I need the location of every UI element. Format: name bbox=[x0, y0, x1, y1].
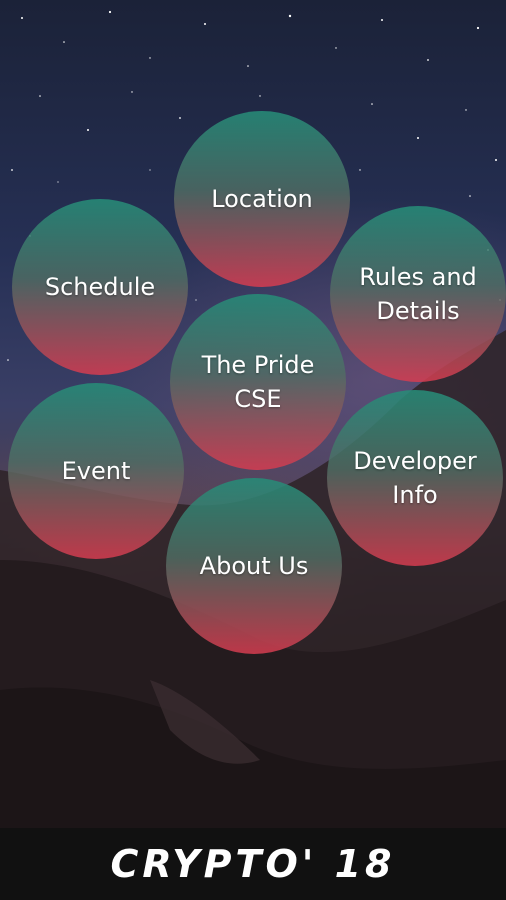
developer-info-button[interactable]: Developer Info bbox=[327, 390, 503, 566]
home-screen: Location Schedule Rules and Details The … bbox=[0, 0, 506, 900]
schedule-label: Schedule bbox=[44, 273, 156, 301]
schedule-button[interactable]: Schedule bbox=[12, 199, 188, 375]
app-logo-title: CRYPTO' 18 bbox=[110, 842, 396, 886]
about-us-label: About Us bbox=[199, 552, 309, 580]
location-button[interactable]: Location bbox=[174, 111, 350, 287]
event-button[interactable]: Event bbox=[8, 383, 184, 559]
event-label: Event bbox=[61, 457, 131, 485]
the-pride-cse-button[interactable]: The Pride CSE bbox=[170, 294, 346, 470]
about-us-button[interactable]: About Us bbox=[166, 478, 342, 654]
location-label: Location bbox=[211, 185, 313, 213]
footer-bar: CRYPTO' 18 bbox=[0, 828, 506, 900]
rules-and-details-button[interactable]: Rules and Details bbox=[330, 206, 506, 382]
rules-and-details-label: Rules and Details bbox=[359, 263, 477, 325]
developer-info-label: Developer Info bbox=[353, 447, 477, 509]
the-pride-cse-label: The Pride CSE bbox=[201, 351, 315, 413]
